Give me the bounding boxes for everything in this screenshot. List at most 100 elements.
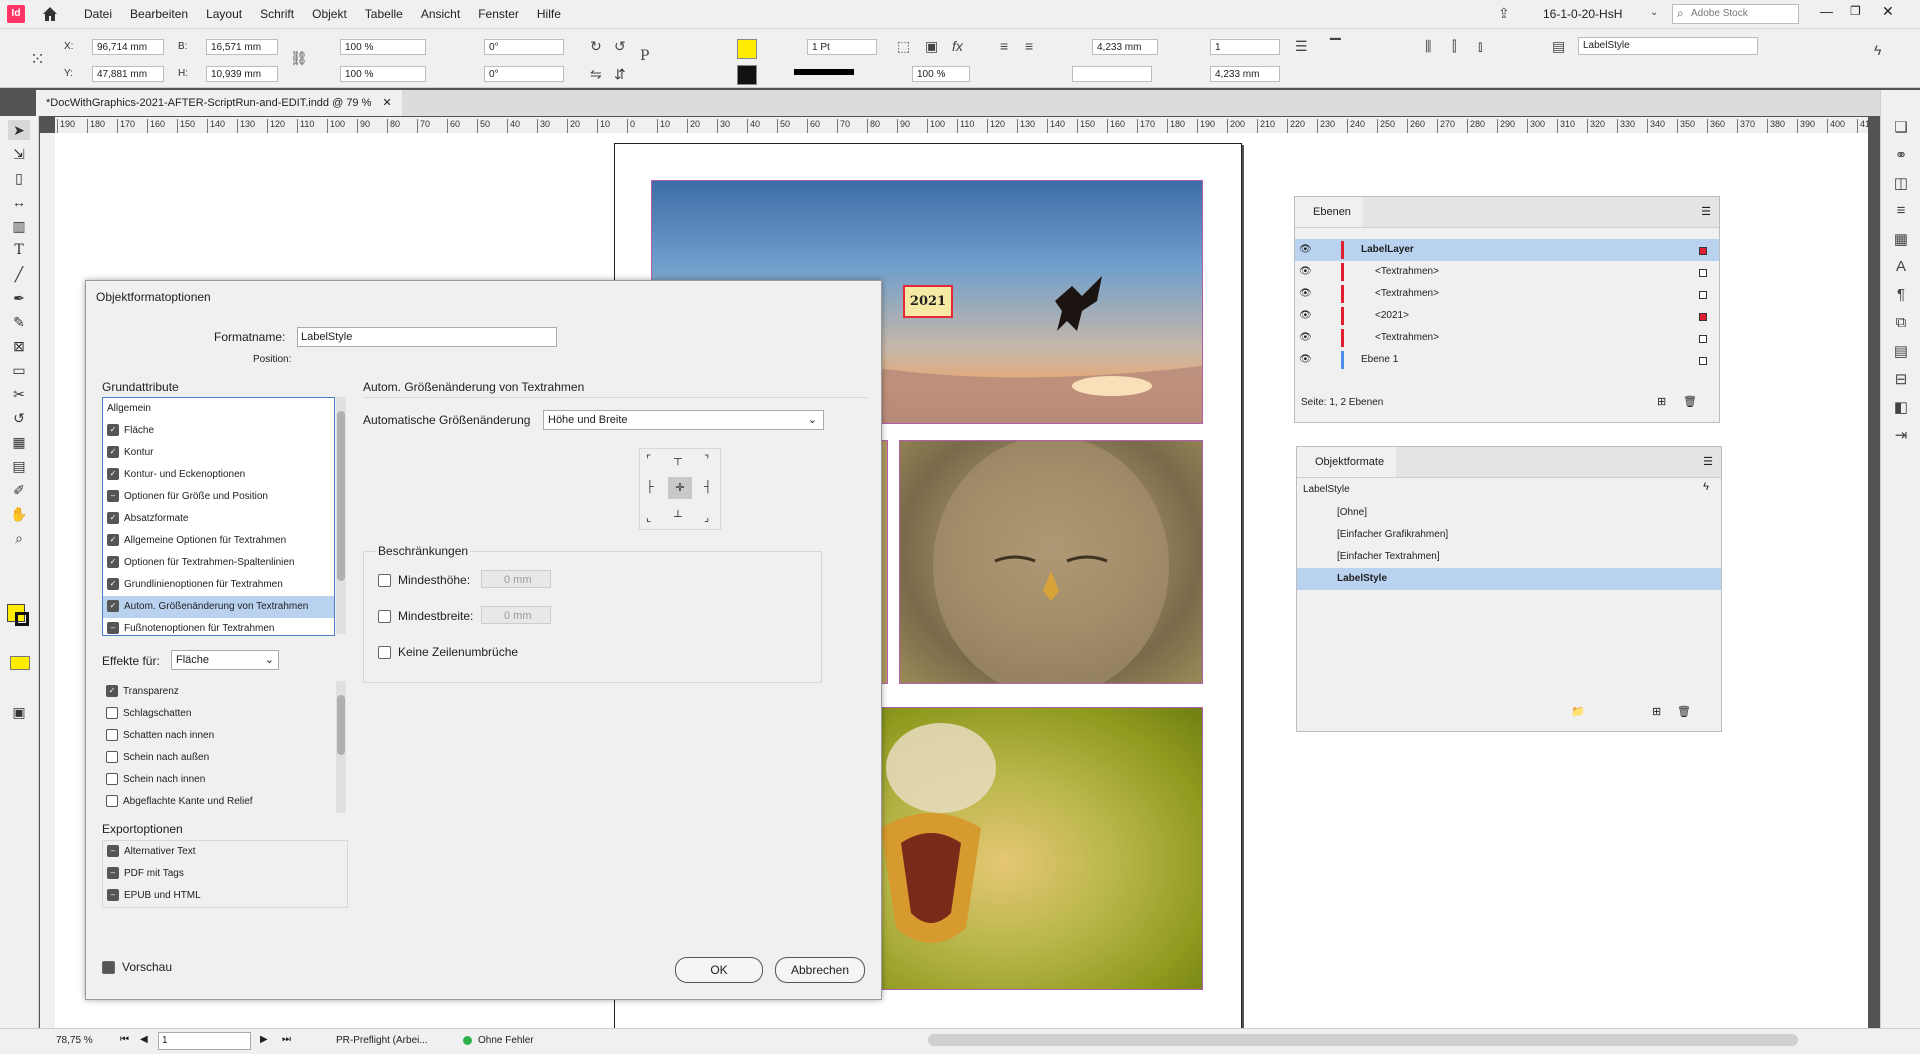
min-width-field[interactable]: 0 mm [481, 606, 551, 624]
selection-square-icon[interactable] [1699, 269, 1707, 277]
menu-item[interactable]: Hilfe [537, 7, 561, 21]
formatting-affects-container-icon[interactable] [10, 656, 30, 670]
visibility-eye-icon[interactable]: 👁 [1299, 327, 1312, 349]
horizontal-scrollbar[interactable] [928, 1034, 1798, 1046]
anchor-top-icon[interactable]: ┬ [674, 453, 682, 465]
text-path-icon[interactable]: P [640, 49, 649, 63]
visibility-eye-icon[interactable]: 👁 [1299, 305, 1312, 327]
attribute-checkbox[interactable]: – [107, 490, 119, 503]
effect-item[interactable]: Schein nach außen [102, 747, 333, 769]
preflight-errors[interactable]: Ohne Fehler [478, 1035, 534, 1046]
pen-tool-icon[interactable]: ✒ [8, 288, 30, 308]
grundattribut-item[interactable]: – Fußnotenoptionen für Textrahmen [103, 618, 334, 635]
close-icon[interactable]: ✕ [1882, 3, 1894, 20]
height-field[interactable]: 10,939 mm [206, 66, 278, 82]
direct-selection-tool-icon[interactable]: ⇲ [8, 144, 30, 164]
attribute-checkbox[interactable]: ✓ [107, 556, 119, 569]
columns-field[interactable]: 1 [1210, 39, 1280, 55]
gradient-tool-icon[interactable]: ▦ [8, 432, 30, 452]
gap-tool-icon[interactable]: ↔ [8, 192, 30, 212]
object-style-row[interactable]: [Einfacher Textrahmen] [1297, 546, 1721, 568]
scale-x-field[interactable]: 100 % [340, 39, 426, 55]
align-top-icon[interactable]: ▔ [1330, 39, 1341, 53]
text-wrap-icon[interactable]: ▤ [1891, 342, 1911, 362]
menu-item[interactable]: Datei [84, 7, 112, 21]
export-item[interactable]: – EPUB und HTML [103, 885, 347, 907]
chevron-down-icon[interactable]: ⌄ [1650, 6, 1658, 20]
stock-search[interactable]: ⌕ Adobe Stock [1672, 4, 1799, 24]
selection-square-icon[interactable] [1699, 291, 1707, 299]
min-height-checkbox[interactable] [378, 574, 391, 588]
attribute-checkbox[interactable]: ✓ [107, 424, 119, 437]
stroke-swatch[interactable] [737, 65, 757, 85]
type-tool-icon[interactable]: T [8, 240, 30, 260]
effect-item[interactable]: Schlagschatten [102, 703, 333, 725]
attribute-checkbox[interactable]: ✓ [107, 600, 119, 613]
effect-item[interactable]: Schein nach innen [102, 769, 333, 791]
line-tool-icon[interactable]: ╱ [8, 264, 30, 284]
pages-icon[interactable]: ❏ [1891, 118, 1911, 138]
stroke-color-icon[interactable] [15, 612, 29, 626]
anchor-right-icon[interactable]: ┤ [704, 481, 712, 493]
list-icon[interactable]: ☰ [1295, 39, 1308, 53]
paragraph-icon[interactable]: ¶ [1891, 286, 1911, 306]
effect-checkbox[interactable] [106, 795, 118, 808]
grundattribut-item[interactable]: ✓ Grundlinienoptionen für Textrahmen [103, 574, 334, 596]
panel-menu-icon[interactable]: ☰ [1701, 205, 1711, 218]
grundattribut-item[interactable]: ✓ Kontur- und Eckenoptionen [103, 464, 334, 486]
min-width-checkbox[interactable] [378, 610, 391, 624]
attribute-checkbox[interactable]: ✓ [107, 512, 119, 525]
visibility-eye-icon[interactable]: 👁 [1299, 239, 1312, 261]
grundattribut-item[interactable]: ✓ Optionen für Textrahmen-Spaltenlinien [103, 552, 334, 574]
zoom-tool-icon[interactable]: ⌕ [8, 528, 30, 548]
layer-row[interactable]: 👁 <2021> [1295, 305, 1719, 327]
layer-row[interactable]: 👁 <Textrahmen> [1295, 283, 1719, 305]
object-styles-tab[interactable]: Objektformate [1297, 447, 1397, 477]
previous-page-icon[interactable]: ◀ [140, 1034, 148, 1045]
last-page-icon[interactable]: ⏭ [282, 1034, 291, 1045]
tab-icon[interactable]: ⇥ [1891, 426, 1911, 446]
scale-y-field[interactable]: 100 % [340, 66, 426, 82]
effect-checkbox[interactable] [106, 773, 118, 786]
grundattribut-item[interactable]: Allgemein [103, 398, 334, 420]
trash-icon[interactable]: 🗑 [1677, 705, 1691, 718]
visibility-eye-icon[interactable]: 👁 [1299, 261, 1312, 283]
preflight-profile[interactable]: PR-Preflight (Arbei... [336, 1035, 428, 1046]
note-tool-icon[interactable]: ▤ [8, 456, 30, 476]
menu-item[interactable]: Fenster [478, 7, 519, 21]
home-icon[interactable] [40, 4, 60, 24]
object-style-row[interactable]: [Einfacher Grafikrahmen] [1297, 524, 1721, 546]
y-field[interactable]: 47,881 mm [92, 66, 164, 82]
layers-icon[interactable]: ◫ [1891, 174, 1911, 194]
layer-row[interactable]: 👁 <Textrahmen> [1295, 261, 1719, 283]
layer-row[interactable]: 👁 <Textrahmen> [1295, 327, 1719, 349]
first-page-icon[interactable]: ⏮ [120, 1034, 129, 1045]
links-icon[interactable]: ⚭ [1891, 146, 1911, 166]
distribute-icon[interactable]: ⫼ [1425, 39, 1431, 53]
cc-libraries-icon[interactable]: ⧉ [1891, 314, 1911, 334]
attribute-checkbox[interactable]: ✓ [107, 468, 119, 481]
pencil-tool-icon[interactable]: ✎ [8, 312, 30, 332]
anchor-bottom-left-icon[interactable]: ⌞ [646, 511, 651, 524]
cancel-button[interactable]: Abbrechen [775, 957, 865, 983]
selection-square-icon[interactable] [1699, 357, 1707, 365]
flip-vertical-icon[interactable]: ⇵ [614, 67, 626, 81]
export-list[interactable]: – Alternativer Text – PDF mit Tags – EPUB und… [102, 840, 348, 908]
selection-tool-icon[interactable]: ➤ [8, 120, 30, 140]
align-right-icon[interactable]: ⫾ [1478, 39, 1482, 53]
swatches-icon[interactable]: ▦ [1891, 230, 1911, 250]
visibility-eye-icon[interactable]: 👁 [1299, 349, 1312, 371]
page-tool-icon[interactable]: ▯ [8, 168, 30, 188]
menu-item[interactable]: Objekt [312, 7, 347, 21]
layers-list[interactable]: 👁 LabelLayer 👁 <Textrahmen> 👁 <Textrahmen> 👁 <2… [1295, 239, 1719, 389]
restore-icon[interactable]: ❐ [1850, 4, 1861, 18]
reference-point-grid[interactable]: ⌜ ┬ ⌝ ├ ✛ ┤ ⌞ ┴ ⌟ [639, 448, 721, 530]
no-breaks-checkbox[interactable] [378, 646, 391, 660]
menu-item[interactable]: Layout [206, 7, 242, 21]
export-checkbox[interactable]: – [107, 867, 119, 880]
effect-item[interactable]: Schatten nach innen [102, 725, 333, 747]
eyedropper-tool-icon[interactable]: ✐ [8, 480, 30, 500]
constrain-proportions-icon[interactable]: ⛓ [290, 51, 308, 65]
flip-horizontal-icon[interactable]: ⇋ [590, 67, 602, 81]
grundattribut-item[interactable]: ✓ Kontur [103, 442, 334, 464]
